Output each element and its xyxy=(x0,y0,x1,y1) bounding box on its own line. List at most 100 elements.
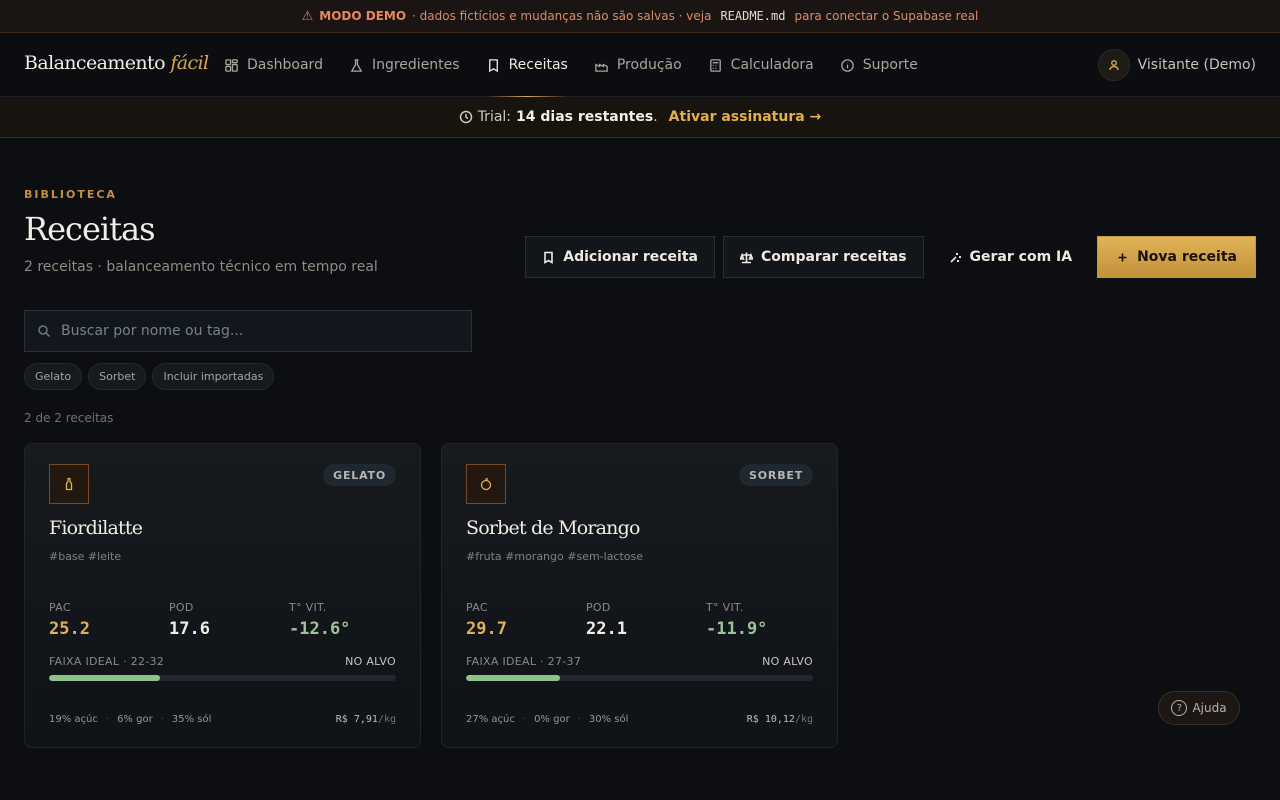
separator: · xyxy=(522,714,527,725)
new-recipe-button[interactable]: Nova receita xyxy=(1097,236,1256,278)
recipe-title: Fiordilatte xyxy=(49,517,143,539)
trial-period: . xyxy=(653,109,658,125)
recipe-price: R$ 10,12/kg xyxy=(747,714,813,725)
metric-pod: POD 17.6 xyxy=(169,601,210,639)
readme-code: README.md xyxy=(720,9,786,23)
metric-label: PAC xyxy=(49,601,71,614)
metric-label: T° VIT. xyxy=(706,601,744,614)
page-eyebrow: BIBLIOTECA xyxy=(24,188,117,201)
brand-logo[interactable]: Balanceamento fácil xyxy=(24,52,209,74)
price-value: R$ 7,91 xyxy=(335,714,378,725)
info-icon xyxy=(840,58,854,72)
nav-item-receitas[interactable]: Receitas xyxy=(485,33,581,97)
filter-chip-gelato[interactable]: Gelato xyxy=(24,363,83,390)
demo-mode-label: MODO DEMO xyxy=(319,9,407,23)
solids-pct: 30% sól xyxy=(588,714,629,725)
nav-item-label: Dashboard xyxy=(247,57,323,73)
metric-label: POD xyxy=(169,601,194,614)
metric-label: POD xyxy=(586,601,611,614)
metric-tvit: T° VIT. -12.6° xyxy=(289,601,350,639)
recipe-tags: #base #leite xyxy=(49,550,122,563)
filter-chip-imported[interactable]: Incluir importadas xyxy=(152,363,275,390)
user-menu[interactable]: Visitante (Demo) xyxy=(1097,49,1256,81)
recipe-price: R$ 7,91/kg xyxy=(336,714,396,725)
nav-item-label: Calculadora xyxy=(730,57,814,73)
metric-value: 25.2 xyxy=(49,619,90,639)
range-status: NO ALVO xyxy=(345,655,396,668)
demo-text-after: para conectar o Supabase real xyxy=(794,9,979,23)
separator: · xyxy=(160,714,164,725)
compare-recipes-button[interactable]: Comparar receitas xyxy=(722,236,924,278)
plus-icon xyxy=(1118,253,1127,261)
factory-icon xyxy=(595,63,608,72)
nav-item-ingredientes[interactable]: Ingredientes xyxy=(349,33,473,97)
scale-icon xyxy=(739,252,753,263)
nav-item-label: Produção xyxy=(616,57,682,73)
add-recipe-button[interactable]: Adicionar receita xyxy=(525,236,715,278)
metric-value: 29.7 xyxy=(466,619,507,639)
calculator-icon xyxy=(709,58,721,72)
demo-text: · dados fictícios e mudanças não são sal… xyxy=(412,9,712,23)
nav-item-dashboard[interactable]: Dashboard xyxy=(224,33,336,97)
composition-summary: 27% açúc · 0% gor · 30% sól xyxy=(466,714,628,725)
recipe-type-badge: GELATO xyxy=(323,464,396,486)
metric-value: -12.6° xyxy=(289,619,351,639)
book-icon xyxy=(544,251,554,264)
pac-progress-fill xyxy=(49,675,161,681)
filter-chip-sorbet[interactable]: Sorbet xyxy=(88,363,147,390)
composition-summary: 19% açúc · 6% gor · 35% sól xyxy=(49,714,211,725)
trial-prefix: Trial: xyxy=(477,109,512,125)
recipe-icon-box xyxy=(466,464,506,504)
metric-label: T° VIT. xyxy=(289,601,327,614)
page-subtitle: 2 receitas · balanceamento técnico em te… xyxy=(24,259,378,275)
nav-item-calculadora[interactable]: Calculadora xyxy=(708,33,827,97)
fruit-icon xyxy=(480,477,492,491)
metric-label: PAC xyxy=(466,601,488,614)
compare-recipes-label: Comparar receitas xyxy=(760,249,907,265)
nav-item-suporte[interactable]: Suporte xyxy=(840,33,931,97)
flask-icon xyxy=(350,58,363,72)
separator: · xyxy=(577,714,581,725)
page-actions: Adicionar receita Comparar receitas Gera… xyxy=(525,236,1256,278)
help-icon: ? xyxy=(1171,700,1188,716)
nav-item-producao[interactable]: Produção xyxy=(594,33,695,97)
add-recipe-label: Adicionar receita xyxy=(563,249,698,265)
solids-pct: 35% sól xyxy=(171,714,212,725)
pac-progress-fill xyxy=(466,675,560,681)
sugar-pct: 27% açúc xyxy=(466,714,515,725)
search-box xyxy=(24,310,472,352)
nav-items: Dashboard Ingredientes Receitas Produção… xyxy=(224,33,944,97)
metric-value: 17.6 xyxy=(169,619,210,639)
trial-banner: Trial: 14 dias restantes. Ativar assinat… xyxy=(0,97,1280,138)
user-name: Visitante (Demo) xyxy=(1137,57,1256,73)
recipe-card[interactable]: GELATO Fiordilatte #base #leite PAC 25.2… xyxy=(24,443,421,748)
price-unit: /kg xyxy=(794,714,813,725)
recipe-card[interactable]: SORBET Sorbet de Morango #fruta #morango… xyxy=(441,443,838,748)
search-input[interactable] xyxy=(61,323,441,339)
help-button[interactable]: ? Ajuda xyxy=(1158,691,1240,725)
sparkle-icon xyxy=(949,252,961,263)
fat-pct: 6% gor xyxy=(117,714,153,725)
avatar xyxy=(1097,49,1130,81)
brand-main: Balanceamento xyxy=(24,52,166,74)
top-nav: Balanceamento fácil Dashboard Ingredient… xyxy=(0,33,1280,97)
metric-pac: PAC 29.7 xyxy=(466,601,507,639)
recipe-title: Sorbet de Morango xyxy=(466,517,640,539)
separator: · xyxy=(105,714,110,725)
trial-days: 14 dias restantes xyxy=(516,109,654,125)
generate-ai-button[interactable]: Gerar com IA xyxy=(932,236,1090,278)
ideal-range-label: FAIXA IDEAL · 22-32 xyxy=(49,655,165,668)
user-icon xyxy=(1108,60,1119,71)
price-unit: /kg xyxy=(377,714,396,725)
pac-progress-bar xyxy=(466,675,813,681)
warning-icon: ⚠ xyxy=(301,8,314,24)
grid-icon xyxy=(225,58,238,72)
activate-subscription-link[interactable]: Ativar assinatura → xyxy=(669,109,822,125)
metric-value: -11.9° xyxy=(706,619,768,639)
search-icon xyxy=(38,325,51,338)
help-label: Ajuda xyxy=(1192,701,1227,715)
brand-accent: fácil xyxy=(170,52,209,74)
metric-value: 22.1 xyxy=(586,619,627,639)
pac-progress-bar xyxy=(49,675,396,681)
demo-banner: ⚠ MODO DEMO · dados fictícios e mudanças… xyxy=(0,0,1280,33)
